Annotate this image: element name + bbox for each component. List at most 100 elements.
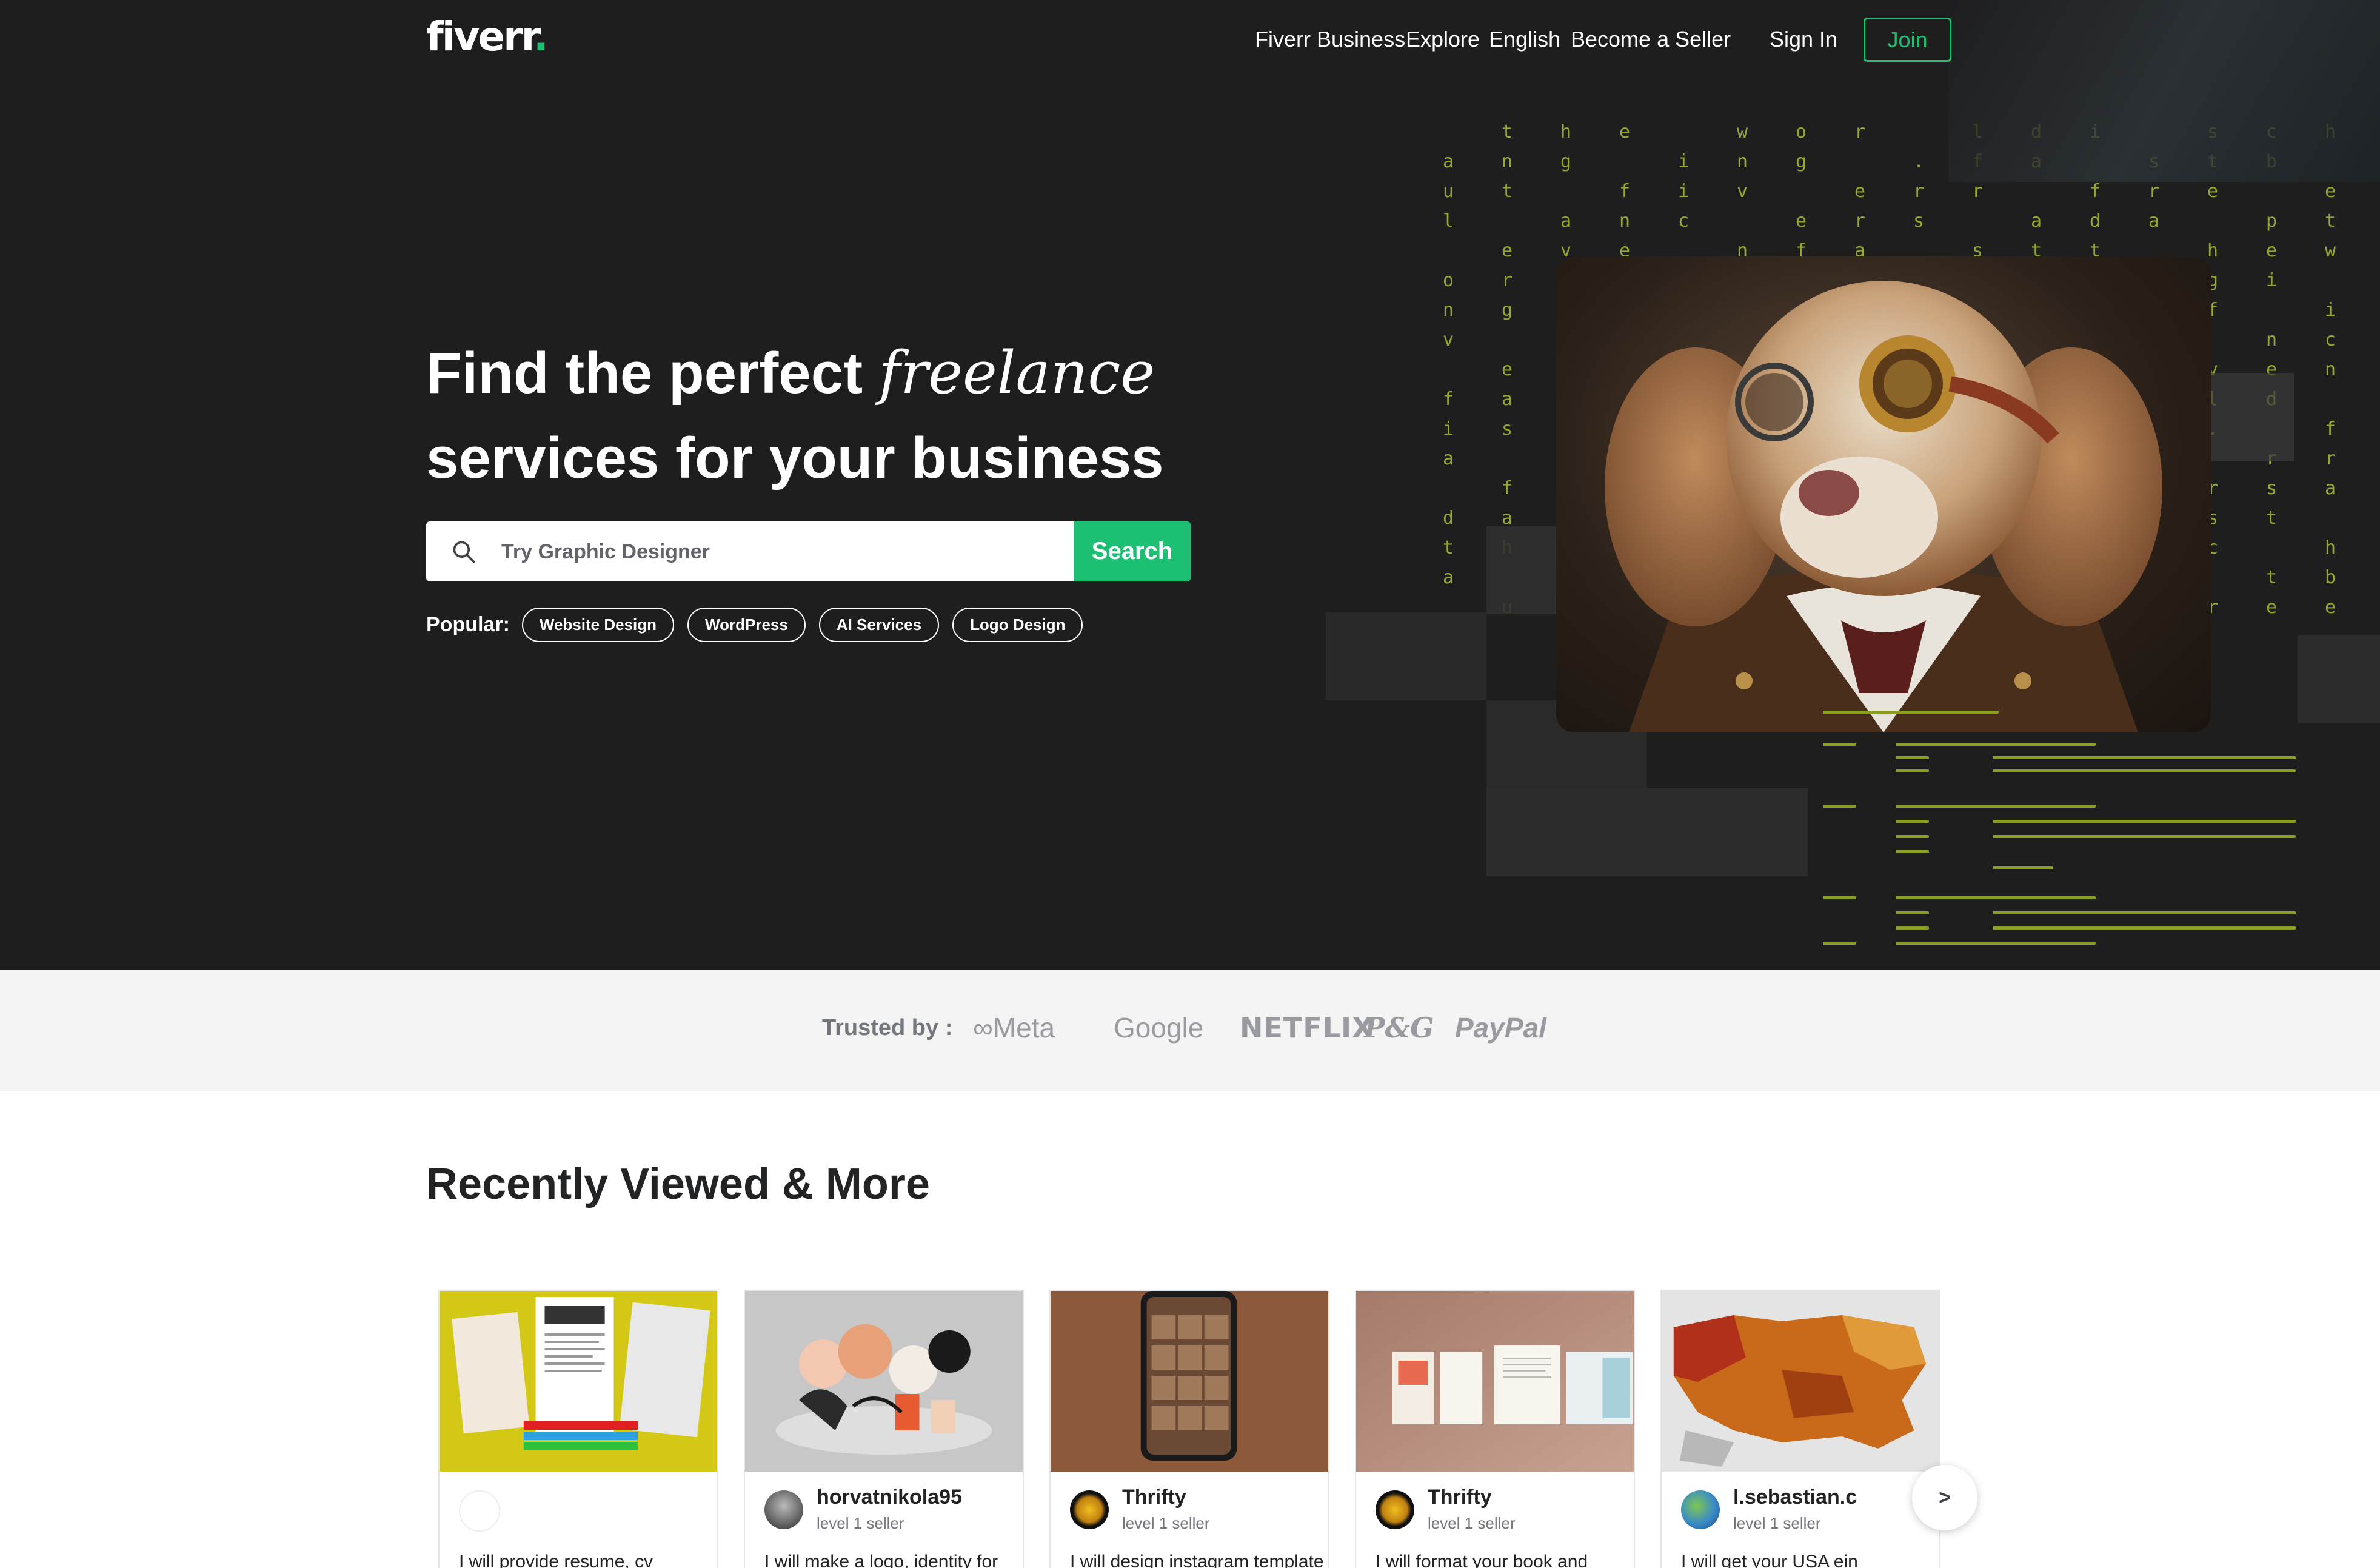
sign-in-link[interactable]: Sign In bbox=[1770, 27, 1837, 52]
gig-thumbnail[interactable] bbox=[1051, 1291, 1328, 1472]
bg-block bbox=[2298, 635, 2380, 723]
gig-card[interactable]: I will provide resume, cv bbox=[438, 1290, 718, 1568]
background-letter: f bbox=[1443, 389, 1454, 410]
seller-name[interactable]: horvatnikola95 bbox=[817, 1486, 962, 1509]
background-letter: i bbox=[1678, 151, 1690, 172]
search-input[interactable] bbox=[500, 521, 1109, 581]
nav-link-fiverr-business[interactable]: Fiverr Business bbox=[1255, 27, 1405, 52]
popular-chip-website-design[interactable]: Website Design bbox=[521, 607, 675, 642]
seller-name[interactable]: Thrifty bbox=[1428, 1486, 1492, 1509]
background-letter: a bbox=[2325, 478, 2336, 499]
meta-infinity-icon: ∞ bbox=[973, 1012, 993, 1044]
bg-dash bbox=[1896, 769, 1929, 772]
seller-avatar[interactable] bbox=[1376, 1490, 1414, 1529]
seller-avatar[interactable] bbox=[1681, 1490, 1720, 1529]
background-letter: a bbox=[1502, 508, 1513, 529]
bg-dash bbox=[1823, 942, 1856, 945]
gig-title[interactable]: I will design instagram template bbox=[1070, 1552, 1324, 1568]
recently-viewed-title: Recently Viewed & More bbox=[426, 1160, 930, 1208]
background-letter: e bbox=[1619, 121, 1631, 142]
hero-search-bar: Search bbox=[426, 521, 1191, 581]
background-letter: e bbox=[1796, 210, 1807, 232]
seller-name[interactable]: l.sebastian.c bbox=[1733, 1486, 1857, 1509]
background-letter: r bbox=[1972, 181, 1984, 202]
nav-link-explore[interactable]: Explore bbox=[1406, 27, 1480, 52]
gig-card[interactable]: horvatnikola95 level 1 seller I will mak… bbox=[744, 1290, 1024, 1568]
bg-dash bbox=[1823, 711, 1999, 714]
bg-dash bbox=[1823, 743, 1856, 746]
background-letter: s bbox=[1502, 418, 1513, 440]
hero-section: theworldischanging.fastbutfiverrfreelanc… bbox=[0, 0, 2380, 970]
gig-title[interactable]: I will provide resume, cv bbox=[459, 1552, 653, 1568]
seller-name[interactable]: Thrifty bbox=[1122, 1486, 1186, 1509]
background-letter: g bbox=[1560, 151, 1572, 172]
background-letter: v bbox=[1737, 181, 1748, 202]
popular-chip-logo-design[interactable]: Logo Design bbox=[952, 607, 1083, 642]
background-letter: h bbox=[1560, 121, 1572, 142]
gig-card[interactable]: l.sebastian.c level 1 seller I will get … bbox=[1660, 1290, 1940, 1568]
background-letter: e bbox=[1502, 359, 1513, 380]
bg-dash bbox=[1993, 769, 2296, 772]
join-button[interactable]: Join bbox=[1864, 18, 1951, 62]
gig-thumbnail[interactable] bbox=[440, 1291, 717, 1472]
gig-title[interactable]: I will format your book and bbox=[1376, 1552, 1588, 1568]
background-letter: i bbox=[2266, 270, 2278, 291]
bg-dash bbox=[1993, 820, 2296, 823]
background-letter: f bbox=[1619, 181, 1631, 202]
gig-title[interactable]: I will make a logo, identity for bbox=[764, 1552, 998, 1568]
nav-link-become-seller[interactable]: Become a Seller bbox=[1571, 27, 1731, 52]
seller-level: level 1 seller bbox=[1428, 1514, 1516, 1532]
bg-dash bbox=[1896, 805, 2096, 808]
carousel-next-button[interactable]: > bbox=[1912, 1465, 1977, 1530]
background-letter: n bbox=[2266, 329, 2278, 350]
background-letter: a bbox=[2031, 210, 2042, 232]
background-letter: r bbox=[1502, 270, 1513, 291]
brand-logo-paypal: PayPal bbox=[1455, 1012, 1546, 1044]
seller-avatar[interactable] bbox=[459, 1490, 500, 1532]
background-letter: r bbox=[2148, 181, 2160, 202]
gig-card[interactable]: Thrifty level 1 seller I will design ins… bbox=[1049, 1290, 1329, 1568]
bg-dash bbox=[1896, 911, 1929, 914]
gig-thumbnail[interactable] bbox=[1662, 1291, 1939, 1472]
logo-dot: . bbox=[533, 13, 549, 60]
bg-block bbox=[1326, 612, 1486, 700]
brand-logo-netflix: NETFLIX bbox=[1240, 1011, 1374, 1044]
bg-dash bbox=[1823, 896, 1856, 899]
gig-title[interactable]: I will get your USA ein bbox=[1681, 1552, 1858, 1568]
background-letter: c bbox=[1678, 210, 1690, 232]
background-letter: n bbox=[1619, 210, 1631, 232]
gig-thumbnail[interactable] bbox=[745, 1291, 1023, 1472]
popular-chip-wordpress[interactable]: WordPress bbox=[687, 607, 806, 642]
bg-dash bbox=[1993, 756, 2296, 759]
background-letter: p bbox=[2266, 210, 2278, 232]
nav-link-language[interactable]: English bbox=[1489, 27, 1560, 52]
background-letter: e bbox=[2325, 181, 2336, 202]
background-letter: t bbox=[1502, 121, 1513, 142]
background-letter: a bbox=[1502, 389, 1513, 410]
search-button[interactable]: Search bbox=[1074, 521, 1191, 581]
fiverr-logo[interactable]: fiverr. bbox=[426, 13, 549, 60]
gig-card[interactable]: Thrifty level 1 seller I will format you… bbox=[1355, 1290, 1635, 1568]
brand-name: Meta bbox=[992, 1012, 1055, 1044]
bg-dash bbox=[1823, 805, 1856, 808]
background-letter: n bbox=[1443, 300, 1454, 321]
top-navbar: fiverr. Fiverr Business Explore English … bbox=[0, 0, 2380, 82]
background-letter: b bbox=[2325, 567, 2336, 588]
seller-level: level 1 seller bbox=[817, 1514, 904, 1532]
bg-dash bbox=[1993, 835, 2296, 838]
bg-dash bbox=[1896, 820, 1929, 823]
background-letter: c bbox=[2325, 329, 2336, 350]
bg-dash bbox=[1993, 926, 2296, 930]
background-letter: e bbox=[1502, 240, 1513, 261]
popular-chip-ai-services[interactable]: AI Services bbox=[818, 607, 940, 642]
gig-thumbnail[interactable] bbox=[1356, 1291, 1634, 1472]
seller-level: level 1 seller bbox=[1733, 1514, 1821, 1532]
background-letter: n bbox=[2325, 359, 2336, 380]
brand-logo-google: Google bbox=[1114, 1012, 1204, 1044]
seller-avatar[interactable] bbox=[764, 1490, 803, 1529]
background-letter: a bbox=[2148, 210, 2160, 232]
seller-avatar[interactable] bbox=[1070, 1490, 1109, 1529]
bg-dash bbox=[1896, 926, 1929, 930]
bg-dash bbox=[1896, 896, 2096, 899]
background-letter: t bbox=[1443, 537, 1454, 558]
